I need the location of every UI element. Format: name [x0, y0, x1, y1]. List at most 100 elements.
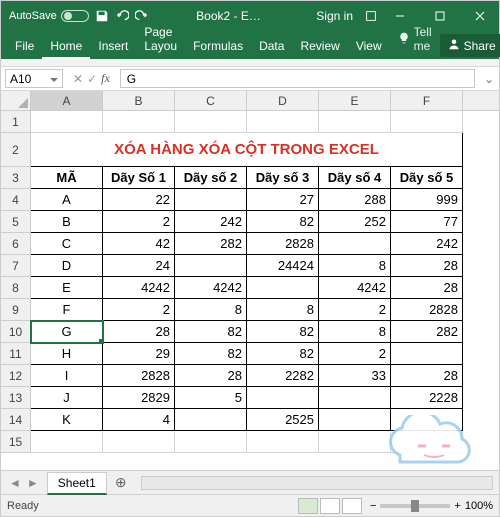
tab-formulas[interactable]: Formulas [185, 33, 251, 59]
code-cell[interactable]: I [31, 365, 103, 387]
code-cell[interactable]: H [31, 343, 103, 365]
autosave-toggle[interactable]: AutoSave [9, 10, 89, 22]
name-box[interactable]: A10 [5, 69, 63, 88]
data-cell[interactable] [175, 189, 247, 211]
data-cell[interactable]: 8 [247, 299, 319, 321]
row-header-2[interactable]: 2 [1, 133, 31, 167]
data-cell[interactable]: 28 [391, 255, 463, 277]
data-cell[interactable] [319, 409, 391, 431]
col-header-d[interactable]: D [247, 91, 319, 110]
data-cell[interactable]: 2828 [391, 299, 463, 321]
normal-view-button[interactable] [298, 498, 318, 514]
data-cell[interactable]: 29 [103, 343, 175, 365]
row-header-10[interactable]: 10 [1, 321, 31, 343]
data-cell[interactable] [175, 409, 247, 431]
table-header[interactable]: Dãy Số 1 [103, 167, 175, 189]
row-header-4[interactable]: 4 [1, 189, 31, 211]
data-cell[interactable]: 2828 [103, 365, 175, 387]
zoom-slider[interactable] [380, 504, 450, 508]
data-cell[interactable]: 282 [391, 321, 463, 343]
add-sheet-button[interactable]: ⊕ [107, 474, 135, 491]
data-cell[interactable]: 4242 [103, 277, 175, 299]
data-cell[interactable]: 33 [319, 365, 391, 387]
data-cell[interactable]: 42 [103, 233, 175, 255]
data-cell[interactable] [319, 387, 391, 409]
col-header-e[interactable]: E [319, 91, 391, 110]
data-cell[interactable]: 2 [319, 343, 391, 365]
cell[interactable] [175, 431, 247, 453]
data-cell[interactable] [319, 233, 391, 255]
data-cell[interactable] [391, 343, 463, 365]
tell-me[interactable]: Tell me [390, 19, 440, 59]
col-header-c[interactable]: C [175, 91, 247, 110]
data-cell[interactable]: 5 [175, 387, 247, 409]
cell[interactable] [31, 111, 103, 133]
row-header-1[interactable]: 1 [1, 111, 31, 133]
signin-link[interactable]: Sign in [308, 9, 361, 23]
undo-icon[interactable] [115, 9, 129, 23]
cell[interactable] [391, 111, 463, 133]
data-cell[interactable]: 22 [103, 189, 175, 211]
table-header[interactable]: Dãy số 5 [391, 167, 463, 189]
tab-view[interactable]: View [348, 33, 390, 59]
row-header-15[interactable]: 15 [1, 431, 31, 453]
data-cell[interactable]: 4242 [319, 277, 391, 299]
data-cell[interactable]: 82 [247, 211, 319, 233]
tab-data[interactable]: Data [251, 33, 292, 59]
data-cell[interactable]: 8 [175, 299, 247, 321]
data-cell[interactable]: 82 [175, 343, 247, 365]
row-header-9[interactable]: 9 [1, 299, 31, 321]
data-cell[interactable]: 4242 [175, 277, 247, 299]
fx-icon[interactable]: fx [101, 71, 114, 86]
row-header-8[interactable]: 8 [1, 277, 31, 299]
share-button[interactable]: Share [440, 34, 500, 57]
sheet-nav-prev-icon[interactable]: ◄ [7, 476, 23, 490]
data-cell[interactable] [247, 387, 319, 409]
zoom-in-button[interactable]: + [454, 500, 460, 512]
ribbon-options-icon[interactable] [361, 9, 381, 23]
cell[interactable] [391, 431, 463, 453]
data-cell[interactable]: 2 [319, 299, 391, 321]
table-header[interactable]: Dãy số 4 [319, 167, 391, 189]
save-icon[interactable] [95, 9, 109, 23]
cell[interactable] [247, 431, 319, 453]
row-header-12[interactable]: 12 [1, 365, 31, 387]
data-cell[interactable]: 28 [391, 277, 463, 299]
data-cell[interactable]: 28 [175, 365, 247, 387]
zoom-out-button[interactable]: − [370, 500, 376, 512]
data-cell[interactable] [391, 409, 463, 431]
formula-input[interactable]: G [120, 69, 475, 88]
row-header-5[interactable]: 5 [1, 211, 31, 233]
row-header-14[interactable]: 14 [1, 409, 31, 431]
data-cell[interactable]: 2228 [391, 387, 463, 409]
row-header-6[interactable]: 6 [1, 233, 31, 255]
data-cell[interactable]: 2 [103, 211, 175, 233]
data-cell[interactable]: 2525 [247, 409, 319, 431]
data-cell[interactable]: 2 [103, 299, 175, 321]
data-cell[interactable]: 77 [391, 211, 463, 233]
data-cell[interactable]: 8 [319, 321, 391, 343]
tab-insert[interactable]: Insert [90, 33, 136, 59]
sheet-nav-next-icon[interactable]: ► [25, 476, 41, 490]
code-cell[interactable]: B [31, 211, 103, 233]
code-cell[interactable]: A [31, 189, 103, 211]
data-cell[interactable]: 242 [175, 211, 247, 233]
data-cell[interactable]: 2282 [247, 365, 319, 387]
expand-formula-icon[interactable]: ⌄ [479, 67, 499, 90]
data-cell[interactable]: 4 [103, 409, 175, 431]
cell[interactable] [103, 431, 175, 453]
tab-review[interactable]: Review [292, 33, 347, 59]
data-cell[interactable]: 2829 [103, 387, 175, 409]
cell[interactable] [247, 111, 319, 133]
code-cell[interactable]: C [31, 233, 103, 255]
code-cell[interactable]: J [31, 387, 103, 409]
data-cell[interactable]: 2828 [247, 233, 319, 255]
col-header-b[interactable]: B [103, 91, 175, 110]
code-cell[interactable]: F [31, 299, 103, 321]
title-cell[interactable]: XÓA HÀNG XÓA CỘT TRONG EXCEL [31, 133, 463, 167]
data-cell[interactable]: 8 [319, 255, 391, 277]
row-header-11[interactable]: 11 [1, 343, 31, 365]
cell[interactable] [31, 431, 103, 453]
cell[interactable] [319, 111, 391, 133]
col-header-f[interactable]: F [391, 91, 463, 110]
